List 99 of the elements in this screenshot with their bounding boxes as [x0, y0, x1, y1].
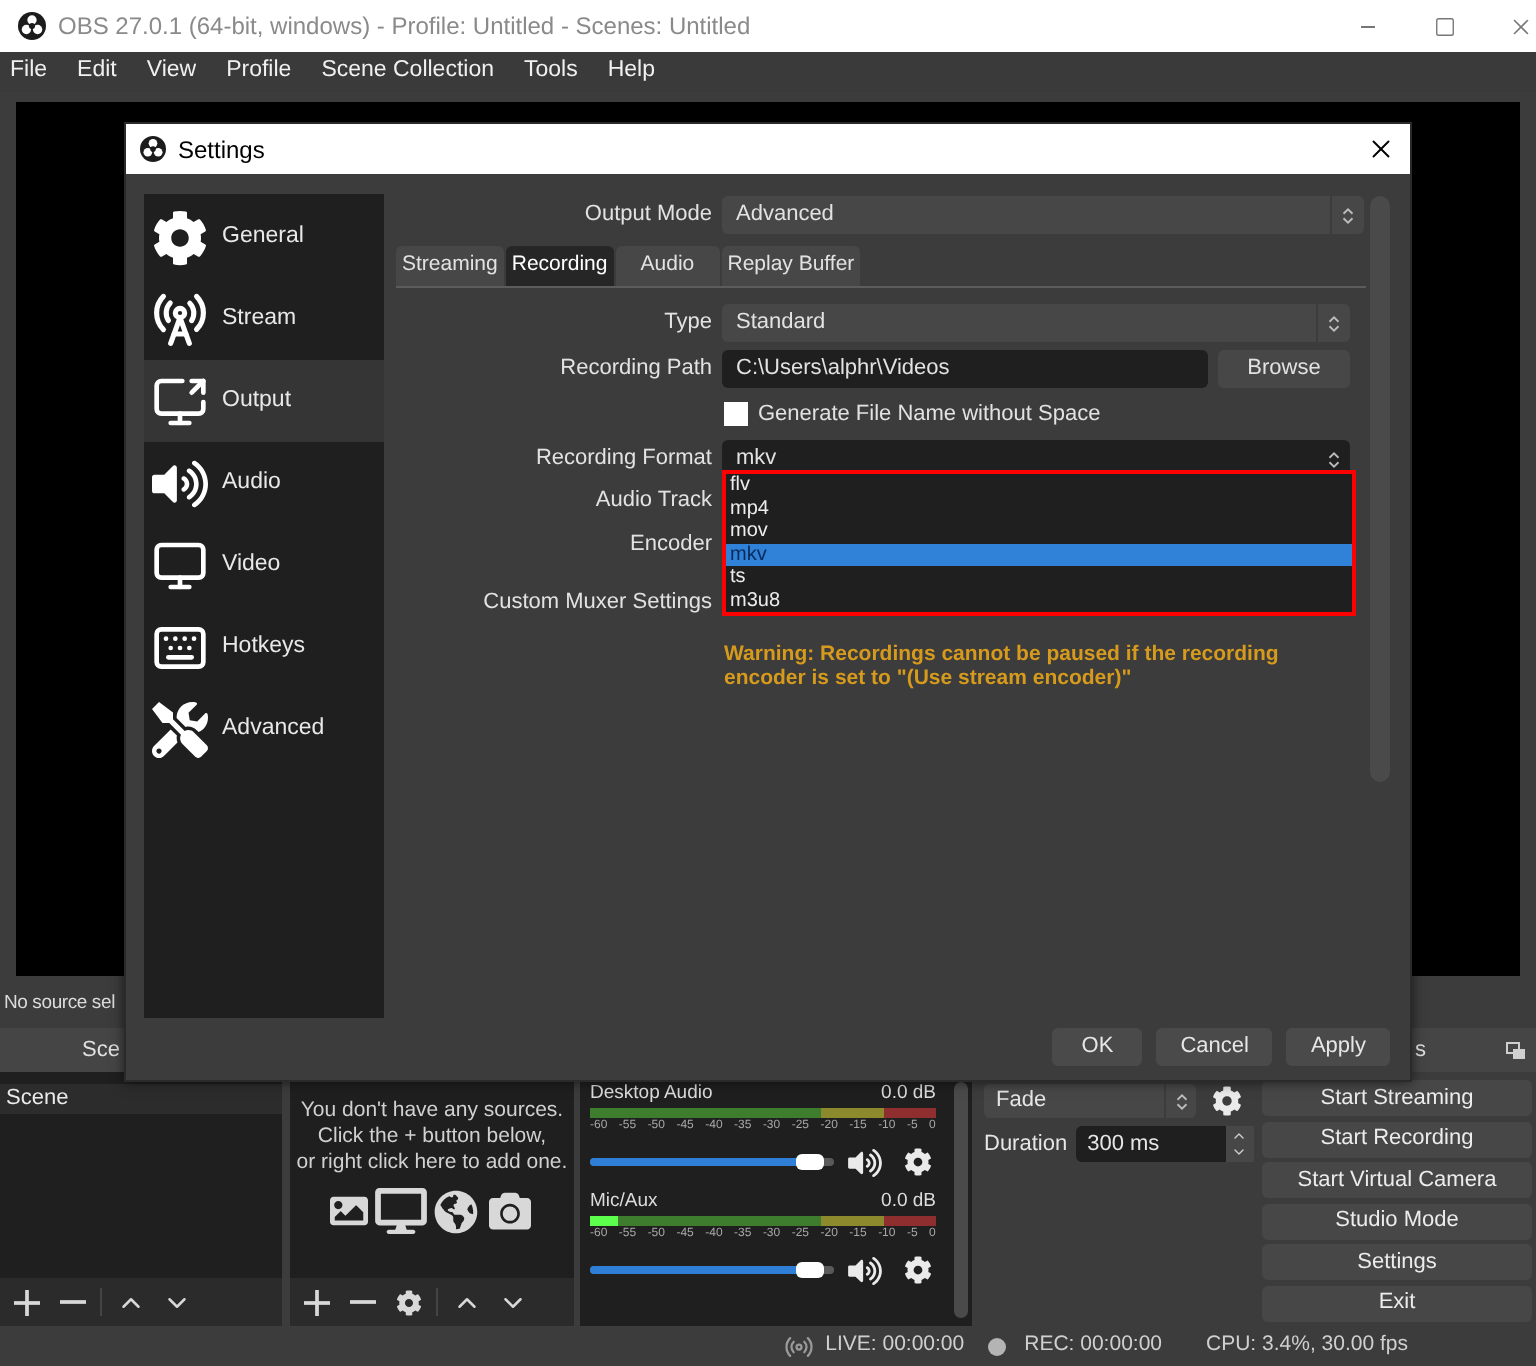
gear-icon — [1211, 1086, 1241, 1116]
channel-name: Mic/Aux — [590, 1188, 658, 1217]
speaker-icon — [847, 1147, 881, 1177]
antenna-tower-icon — [152, 291, 208, 347]
checkbox[interactable] — [724, 402, 748, 426]
warning-text: Warning: Recordings cannot be paused if the recording encoder is set to "(Use stream encoder)" — [724, 642, 1281, 690]
minus-icon — [59, 1300, 85, 1304]
dialog-button[interactable]: Apply — [1286, 1028, 1390, 1066]
add-button[interactable] — [8, 1284, 44, 1320]
add-button[interactable] — [298, 1284, 334, 1320]
dropdown-option[interactable]: m3u8 — [726, 589, 1352, 612]
camera-icon — [483, 1190, 535, 1232]
dropdown-option[interactable]: mov — [726, 520, 1352, 543]
field-label: Encoder — [628, 530, 712, 561]
tab[interactable]: Replay Buffer — [721, 246, 861, 286]
minus-icon — [1357, 25, 1377, 27]
channel-reading: 0.0 dB — [881, 1188, 936, 1217]
menu-item[interactable]: Help — [597, 54, 666, 90]
monitor-icon — [373, 1188, 427, 1234]
gear-icon — [152, 209, 208, 265]
dropdown-option[interactable]: ts — [726, 566, 1352, 589]
tab[interactable]: Audio — [615, 246, 720, 286]
tab[interactable]: Recording — [505, 246, 614, 286]
channel-settings-button[interactable] — [902, 1254, 934, 1286]
globe-icon — [433, 1189, 477, 1233]
dock-title: s — [1415, 1035, 1426, 1066]
updown-arrows-icon — [1175, 1091, 1187, 1111]
wrench-screwdriver-icon — [152, 701, 208, 757]
dropdown[interactable]: Standard — [722, 304, 1350, 342]
monitor-icon — [152, 537, 208, 593]
control-button[interactable]: Start Recording — [1262, 1121, 1532, 1157]
field-label: Recording Format — [533, 444, 712, 475]
empty-sources-message: You don't have any sources. Click the + button below, or right click here to add one. — [296, 1098, 568, 1176]
control-button[interactable]: Start Streaming — [1262, 1080, 1532, 1116]
updown-arrows-icon — [1342, 205, 1354, 225]
sidebar-item[interactable]: Output — [144, 360, 384, 442]
maximize-icon — [1434, 15, 1456, 37]
minus-icon — [349, 1300, 375, 1304]
live-time: LIVE: 00:00:00 — [825, 1330, 965, 1361]
channel-name: Desktop Audio — [590, 1080, 713, 1109]
source-status-text: No source sel — [4, 989, 115, 1018]
slider-thumb[interactable] — [795, 1154, 824, 1170]
plus-icon — [13, 1289, 39, 1315]
gear-icon — [904, 1148, 932, 1176]
gear-icon — [904, 1256, 932, 1284]
dialog-button[interactable]: OK — [1052, 1028, 1143, 1066]
menu-item[interactable]: File — [0, 54, 58, 90]
menu-item[interactable]: Edit — [67, 54, 127, 90]
gear-icon — [395, 1289, 421, 1315]
mute-button[interactable] — [846, 1254, 882, 1286]
updown-arrows-icon — [1327, 449, 1339, 469]
windows-icon — [1506, 1041, 1526, 1059]
control-button[interactable]: Start Virtual Camera — [1262, 1162, 1532, 1198]
field-label: Duration — [984, 1129, 1068, 1160]
control-button[interactable]: Settings — [1262, 1244, 1532, 1280]
dialog-button[interactable]: Cancel — [1156, 1028, 1273, 1066]
volume-slider[interactable] — [590, 1262, 834, 1278]
transition-dropdown[interactable]: Fade — [984, 1084, 1196, 1118]
window-title: OBS 27.0.1 (64-bit, windows) - Profile: Untitled - Scenes: Untitled — [58, 10, 751, 44]
field-label: Output Mode — [582, 200, 712, 231]
field-label: Audio Track — [593, 486, 712, 517]
dropdown-option[interactable]: mkv — [726, 543, 1352, 566]
slider-thumb[interactable] — [795, 1262, 824, 1278]
tab[interactable]: Streaming — [396, 246, 504, 286]
output-mode-dropdown[interactable]: Advanced — [722, 196, 1364, 234]
path-input[interactable]: C:\Users\alphr\Videos — [722, 350, 1208, 388]
dropdown-option[interactable]: mp4 — [726, 497, 1352, 520]
menu-item[interactable]: View — [136, 54, 207, 90]
volume-slider[interactable] — [590, 1154, 834, 1170]
menu-item[interactable]: Tools — [514, 54, 588, 90]
float-dock-button[interactable] — [1506, 1040, 1526, 1060]
checkbox-label: Generate File Name without Space — [758, 399, 1101, 430]
record-dot-icon — [988, 1337, 1007, 1355]
dropdown-option[interactable]: flv — [726, 474, 1352, 497]
field-label: Type — [662, 308, 712, 339]
mute-button[interactable] — [846, 1146, 882, 1178]
speaker-icon — [152, 455, 208, 511]
dialog-title: Settings — [178, 133, 265, 167]
dock-title: Sce — [82, 1035, 120, 1066]
channel-settings-button[interactable] — [902, 1146, 934, 1178]
scrollbar[interactable] — [954, 1082, 968, 1318]
browse-button[interactable]: Browse — [1218, 350, 1350, 388]
broadcast-icon — [783, 1331, 814, 1361]
channel-reading: 0.0 dB — [881, 1080, 936, 1109]
control-button[interactable]: Studio Mode — [1262, 1203, 1532, 1239]
field-label: Custom Muxer Settings — [481, 588, 712, 619]
control-button[interactable]: Exit — [1262, 1285, 1532, 1321]
field-label: Recording Path — [558, 354, 712, 385]
speaker-icon — [847, 1255, 881, 1285]
plus-icon — [303, 1289, 329, 1315]
cpu-usage: CPU: 3.4%, 30.00 fps — [1206, 1330, 1408, 1361]
rec-time: REC: 00:00:00 — [1024, 1330, 1163, 1361]
app-logo-icon — [140, 136, 166, 162]
menu-item[interactable]: Scene Collection — [311, 54, 504, 90]
scene-item[interactable]: Scene — [0, 1084, 282, 1114]
transition-settings-button[interactable] — [1210, 1085, 1242, 1117]
menu-item[interactable]: Profile — [216, 54, 302, 90]
updown-arrows-icon — [1328, 313, 1340, 333]
app-logo-icon — [18, 12, 46, 40]
